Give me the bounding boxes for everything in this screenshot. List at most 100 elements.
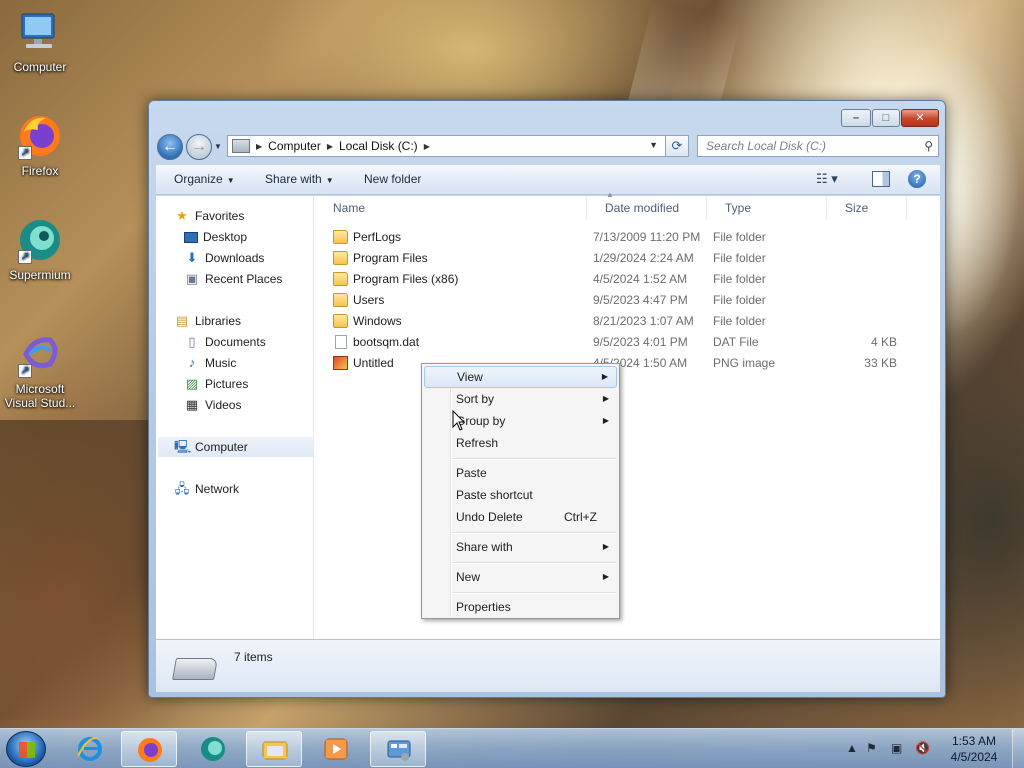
context-menu: View ▶ Sort by ▶ Group by ▶ Refresh Paste P…	[421, 363, 620, 619]
desktop-icon-firefox[interactable]: ↗ Firefox	[0, 112, 80, 178]
nav-videos[interactable]: ▦ Videos	[184, 395, 242, 415]
clock-time: 1:53 AM	[951, 734, 997, 748]
column-header-size[interactable]: Size	[827, 196, 907, 220]
column-header-name[interactable]: Name	[315, 196, 587, 220]
recent-pages-dropdown[interactable]: ▼	[214, 142, 222, 151]
address-dropdown-icon[interactable]: ▼	[649, 140, 658, 150]
menu-separator	[452, 592, 616, 594]
chevron-right-icon[interactable]: ▶	[422, 142, 432, 151]
file-name: bootsqm.dat	[353, 335, 420, 349]
menu-item-label: Sort by	[456, 392, 495, 406]
file-list: ▲ Name Date modified Type Size PerfLogs …	[315, 190, 940, 639]
nav-downloads[interactable]: ⬇ Downloads	[184, 248, 265, 268]
search-icon[interactable]: ⚲	[924, 136, 933, 156]
file-row[interactable]: Program Files (x86) 4/5/2024 1:52 AM Fil…	[315, 269, 915, 290]
media-player-icon	[324, 738, 348, 760]
file-date: 9/5/2023 4:01 PM	[593, 335, 688, 349]
search-input[interactable]: Search Local Disk (C:) ⚲	[697, 135, 939, 157]
chevron-down-icon: ▼	[325, 176, 334, 185]
taskbar-media-player[interactable]	[308, 731, 364, 767]
change-view-button[interactable]: ☷ ▾	[816, 171, 852, 189]
nav-desktop[interactable]: Desktop	[184, 227, 247, 247]
file-icon	[335, 335, 347, 349]
maximize-button[interactable]: □	[872, 109, 900, 127]
preview-pane-button[interactable]	[872, 171, 890, 187]
submenu-arrow-icon: ▶	[602, 572, 609, 581]
file-row[interactable]: Windows 8/21/2023 1:07 AM File folder	[315, 311, 915, 332]
breadcrumb-local-disk[interactable]: Local Disk (C:)	[335, 139, 422, 153]
command-bar: Organize ▼ Share with ▼ New folder ☷ ▾ ?	[156, 165, 940, 195]
new-folder-label: New folder	[364, 172, 422, 186]
file-row[interactable]: Program Files 1/29/2024 2:24 AM File fol…	[315, 248, 915, 269]
menu-item-refresh[interactable]: Refresh	[424, 432, 617, 454]
nav-libraries[interactable]: ▤ Libraries	[174, 311, 241, 331]
libraries-icon: ▤	[175, 313, 189, 328]
menu-item-label: Properties	[456, 600, 511, 614]
nav-computer[interactable]: 🖳 Computer	[158, 437, 314, 457]
new-folder-button[interactable]: New folder	[364, 172, 421, 186]
desktop-icon-visual-studio[interactable]: ↗ Microsoft Visual Stud...	[0, 330, 80, 410]
taskbar-windows-explorer[interactable]	[246, 731, 302, 767]
taskbar-internet-explorer[interactable]	[62, 731, 118, 767]
nav-recent-places[interactable]: ▣ Recent Places	[184, 269, 283, 289]
chevron-right-icon[interactable]: ▶	[254, 142, 264, 151]
menu-item-properties[interactable]: Properties	[424, 596, 617, 618]
nav-music[interactable]: ♪ Music	[184, 353, 237, 373]
breadcrumb-computer[interactable]: Computer	[264, 139, 325, 153]
address-bar[interactable]: ▶ Computer ▶ Local Disk (C:) ▶ ▼	[227, 135, 689, 157]
internet-explorer-icon	[77, 737, 103, 761]
action-center-flag-icon[interactable]: ⚑	[866, 741, 877, 755]
taskbar-control-panel[interactable]	[370, 731, 426, 767]
organize-button[interactable]: Organize ▼	[174, 172, 235, 186]
nav-pictures[interactable]: ▨ Pictures	[184, 374, 249, 394]
refresh-button[interactable]: ⟳	[665, 135, 689, 157]
menu-item-share-with[interactable]: Share with ▶	[424, 536, 617, 558]
visual-studio-icon: ↗	[16, 330, 64, 378]
help-button[interactable]: ?	[908, 170, 926, 188]
start-button[interactable]	[6, 731, 46, 767]
system-clock[interactable]: 1:53 AM 4/5/2024	[944, 733, 1004, 765]
forward-button[interactable]: →	[186, 134, 212, 160]
close-button[interactable]: ✕	[901, 109, 939, 127]
column-header-type[interactable]: Type	[707, 196, 827, 220]
minimize-button[interactable]: –	[841, 109, 871, 127]
back-button[interactable]: ←	[157, 134, 183, 160]
taskbar-firefox[interactable]	[121, 731, 177, 767]
show-hidden-icons-button[interactable]: ▲	[846, 741, 858, 755]
file-type: File folder	[713, 251, 766, 265]
desktop-icon-supermium[interactable]: ↗ Supermium	[0, 216, 80, 282]
file-type: DAT File	[713, 335, 759, 349]
taskbar-supermium[interactable]	[185, 731, 241, 767]
menu-item-label: Paste	[456, 466, 487, 480]
status-bar: 7 items	[156, 639, 940, 692]
nav-documents[interactable]: ▯ Documents	[184, 332, 265, 352]
share-with-label: Share with	[265, 172, 322, 186]
menu-item-undo-delete[interactable]: Undo Delete Ctrl+Z	[424, 506, 617, 528]
menu-item-paste[interactable]: Paste	[424, 462, 617, 484]
nav-favorites[interactable]: ★ Favorites	[174, 206, 244, 226]
menu-separator	[452, 458, 616, 460]
chevron-right-icon[interactable]: ▶	[325, 142, 335, 151]
menu-item-sort-by[interactable]: Sort by ▶	[424, 388, 617, 410]
close-icon: ✕	[915, 112, 925, 124]
column-header-date[interactable]: Date modified	[587, 196, 707, 220]
submenu-arrow-icon: ▶	[602, 394, 609, 403]
file-row[interactable]: Users 9/5/2023 4:47 PM File folder	[315, 290, 915, 311]
chevron-down-icon: ▼	[226, 176, 235, 185]
menu-item-new[interactable]: New ▶	[424, 566, 617, 588]
file-row[interactable]: bootsqm.dat 9/5/2023 4:01 PM DAT File 4 …	[315, 332, 915, 353]
desktop-icon-computer[interactable]: Computer	[0, 8, 80, 74]
share-with-button[interactable]: Share with ▼	[265, 172, 334, 186]
network-icon[interactable]: ▣	[891, 741, 902, 755]
nav-network[interactable]: 🖧 Network	[174, 479, 239, 499]
recent-places-icon: ▣	[185, 271, 199, 286]
network-icon: 🖧	[174, 481, 190, 496]
nav-label: Recent Places	[205, 272, 283, 286]
menu-item-paste-shortcut[interactable]: Paste shortcut	[424, 484, 617, 506]
file-type: File folder	[713, 314, 766, 328]
volume-muted-icon[interactable]: 🔇	[915, 741, 930, 755]
show-desktop-button[interactable]	[1012, 729, 1024, 768]
file-row[interactable]: PerfLogs 7/13/2009 11:20 PM File folder	[315, 227, 915, 248]
drive-icon	[232, 139, 250, 153]
menu-item-view[interactable]: View ▶	[424, 366, 617, 388]
